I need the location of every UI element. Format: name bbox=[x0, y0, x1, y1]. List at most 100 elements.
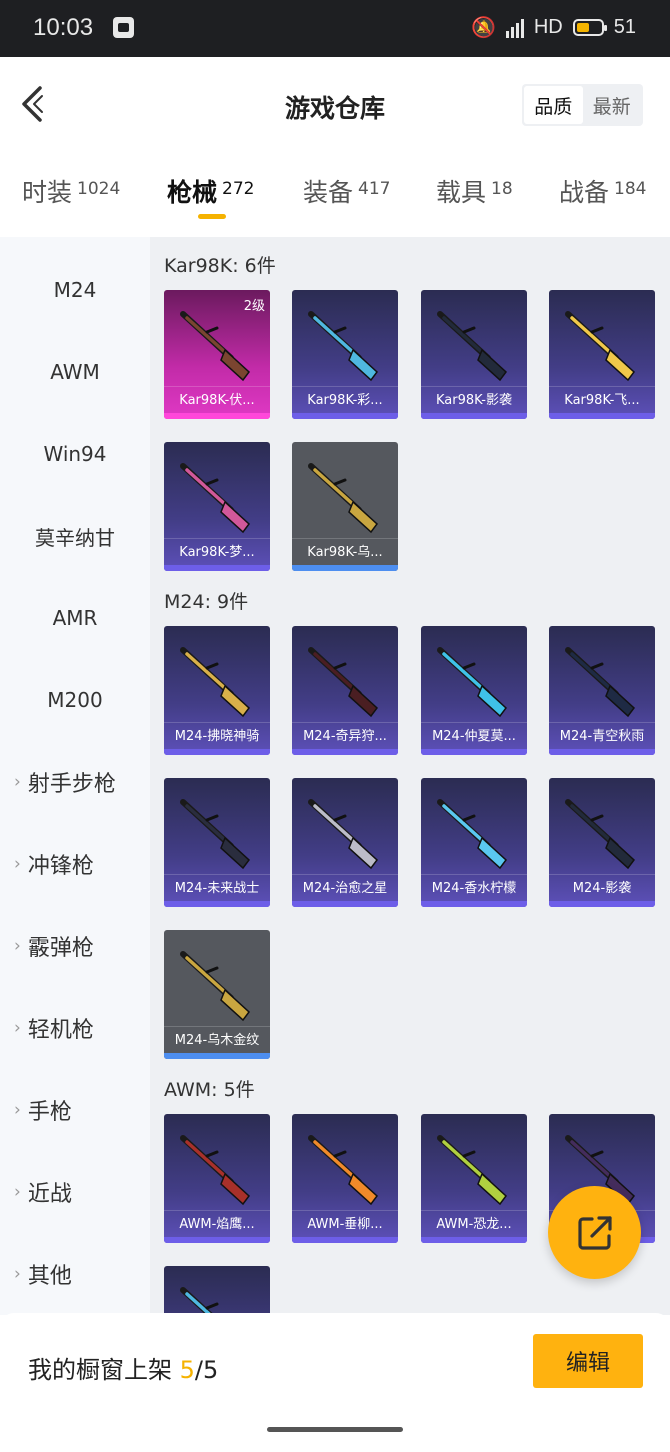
app-root: { "status_bar": {"time": "10:03", "netwo… bbox=[0, 0, 670, 1452]
tab-fashion[interactable]: 时装 1024 bbox=[22, 173, 120, 209]
item-label: AWM-焰鹰... bbox=[164, 1210, 270, 1237]
signal-icon bbox=[505, 18, 524, 38]
section-title-kar98k: Kar98K: 6件 bbox=[164, 255, 276, 277]
item-card[interactable]: M24-青空秋雨 bbox=[549, 626, 655, 755]
item-card[interactable]: M24-影袭 bbox=[549, 778, 655, 907]
item-card[interactable]: Kar98K-乌... bbox=[292, 442, 398, 571]
rifle-icon bbox=[437, 1135, 508, 1206]
rifle-icon bbox=[308, 463, 379, 534]
tab-count: 18 bbox=[491, 179, 513, 199]
chevron-right-icon: › bbox=[14, 936, 21, 956]
rarity-bar bbox=[164, 1053, 270, 1059]
rarity-bar bbox=[549, 901, 655, 907]
rifle-icon bbox=[437, 647, 508, 718]
sidebar-item-win94[interactable]: Win94 bbox=[0, 413, 150, 495]
item-card[interactable]: AWM-焰鹰... bbox=[164, 1114, 270, 1243]
active-tab-indicator bbox=[198, 214, 226, 219]
sidebar-group-label: 冲锋枪 bbox=[27, 854, 94, 879]
rarity-bar bbox=[292, 749, 398, 755]
item-label: M24-乌木金纹 bbox=[164, 1026, 270, 1053]
sidebar-item-mosin[interactable]: 莫辛纳甘 bbox=[0, 495, 150, 577]
tab-vehicles[interactable]: 载具 18 bbox=[436, 173, 513, 209]
item-card[interactable]: M24-未来战士 bbox=[164, 778, 270, 907]
tab-count: 184 bbox=[614, 179, 647, 199]
item-label: M24-未来战士 bbox=[164, 874, 270, 901]
rarity-bar bbox=[292, 1237, 398, 1243]
rifle-icon bbox=[308, 311, 379, 382]
sidebar-group-melee[interactable]: › 近战 bbox=[0, 1151, 150, 1233]
sidebar-group-pistol[interactable]: › 手枪 bbox=[0, 1069, 150, 1151]
rifle-icon bbox=[308, 1135, 379, 1206]
rifle-icon bbox=[308, 647, 379, 718]
sidebar-item-m200[interactable]: M200 bbox=[0, 659, 150, 741]
rifle-icon bbox=[180, 951, 251, 1022]
tab-label: 枪械 bbox=[167, 178, 218, 207]
item-label: M24-治愈之星 bbox=[292, 874, 398, 901]
edit-button[interactable]: 编辑 bbox=[533, 1334, 643, 1388]
item-card[interactable]: Kar98K-梦... bbox=[164, 442, 270, 571]
share-button[interactable] bbox=[548, 1186, 641, 1279]
sidebar-group-label: 其他 bbox=[27, 1264, 72, 1289]
chevron-right-icon: › bbox=[14, 1100, 21, 1120]
sidebar-group-label: 霰弹枪 bbox=[27, 936, 94, 961]
item-card[interactable]: M24-香水柠檬 bbox=[421, 778, 527, 907]
item-grid: Kar98K: 6件 M24: 9件 AWM: 5件 2级 Kar98K-伏...… bbox=[150, 237, 670, 1315]
item-level-badge: 2级 bbox=[243, 299, 265, 314]
item-card[interactable]: Kar98K-彩... bbox=[292, 290, 398, 419]
item-card[interactable]: M24-乌木金纹 bbox=[164, 930, 270, 1059]
chevron-right-icon: › bbox=[14, 1182, 21, 1202]
item-card[interactable]: M24-奇异狩... bbox=[292, 626, 398, 755]
mute-bell-icon: 🔕 bbox=[470, 17, 496, 39]
item-label: M24-青空秋雨 bbox=[549, 722, 655, 749]
item-card[interactable]: 2级 Kar98K-伏... bbox=[164, 290, 270, 419]
rifle-icon bbox=[180, 463, 251, 534]
sort-newest-button[interactable]: 最新 bbox=[583, 86, 642, 124]
tab-label: 装备 bbox=[303, 178, 354, 207]
tab-count: 1024 bbox=[77, 179, 121, 199]
item-card[interactable]: M24-拂晓神骑 bbox=[164, 626, 270, 755]
item-card[interactable]: M24-仲夏莫... bbox=[421, 626, 527, 755]
sort-toggle: 品质 最新 bbox=[522, 84, 643, 126]
sidebar-item-m24[interactable]: M24 bbox=[0, 249, 150, 331]
rarity-bar bbox=[421, 413, 527, 419]
item-label: AWM-恐龙... bbox=[421, 1210, 527, 1237]
rarity-bar bbox=[164, 749, 270, 755]
sidebar-group-dmr[interactable]: › 射手步枪 bbox=[0, 741, 150, 823]
item-card[interactable]: Kar98K-影袭 bbox=[421, 290, 527, 419]
tab-equipment[interactable]: 装备 417 bbox=[303, 173, 390, 209]
item-label: Kar98K-影袭 bbox=[421, 386, 527, 413]
item-card[interactable] bbox=[164, 1266, 270, 1315]
item-card[interactable]: AWM-垂柳... bbox=[292, 1114, 398, 1243]
sidebar-item-awm[interactable]: AWM bbox=[0, 331, 150, 413]
showcase-status: 我的橱窗上架 5/5 bbox=[28, 1350, 218, 1385]
rarity-bar bbox=[164, 1237, 270, 1243]
rarity-bar bbox=[164, 413, 270, 419]
rifle-icon bbox=[180, 311, 251, 382]
sidebar-group-other[interactable]: › 其他 bbox=[0, 1233, 150, 1315]
sidebar-group-shotgun[interactable]: › 霰弹枪 bbox=[0, 905, 150, 987]
item-label: Kar98K-伏... bbox=[164, 386, 270, 413]
sidebar-group-smg[interactable]: › 冲锋枪 bbox=[0, 823, 150, 905]
sidebar-item-amr[interactable]: AMR bbox=[0, 577, 150, 659]
rifle-icon bbox=[308, 799, 379, 870]
rarity-bar bbox=[421, 749, 527, 755]
rarity-bar bbox=[549, 749, 655, 755]
sidebar-group-label: 手枪 bbox=[27, 1100, 72, 1125]
item-card[interactable]: M24-治愈之星 bbox=[292, 778, 398, 907]
item-card[interactable]: AWM-恐龙... bbox=[421, 1114, 527, 1243]
rifle-icon bbox=[180, 1135, 251, 1206]
item-label: Kar98K-彩... bbox=[292, 386, 398, 413]
rifle-icon bbox=[437, 799, 508, 870]
rifle-icon bbox=[565, 647, 636, 718]
header: 游戏仓库 品质 最新 时装 1024 枪械 272 装备 417 载具 18 战备 184 bbox=[0, 57, 670, 237]
item-label: M24-仲夏莫... bbox=[421, 722, 527, 749]
tab-supplies[interactable]: 战备 184 bbox=[559, 173, 646, 209]
item-label: AWM-垂柳... bbox=[292, 1210, 398, 1237]
rarity-bar bbox=[164, 901, 270, 907]
tab-count: 417 bbox=[358, 179, 391, 199]
sort-quality-button[interactable]: 品质 bbox=[524, 86, 583, 124]
sidebar-group-lmg[interactable]: › 轻机枪 bbox=[0, 987, 150, 1069]
home-indicator[interactable] bbox=[267, 1427, 403, 1432]
item-card[interactable]: Kar98K-飞... bbox=[549, 290, 655, 419]
tab-guns[interactable]: 枪械 272 bbox=[167, 173, 254, 209]
